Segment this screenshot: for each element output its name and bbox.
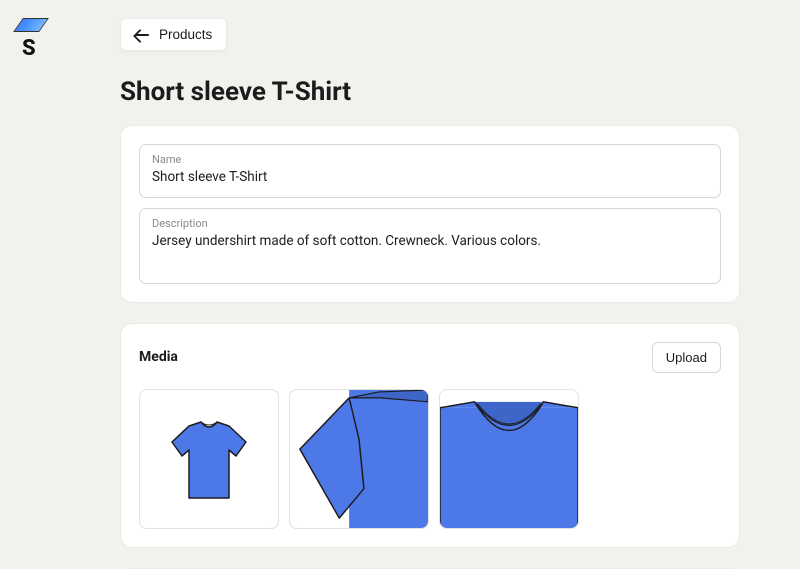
back-to-products-button[interactable]: Products	[120, 18, 227, 51]
media-card: Media Upload	[120, 323, 740, 548]
description-value: Jersey undershirt made of soft cotton. C…	[152, 232, 708, 251]
media-title: Media	[139, 349, 178, 365]
app-logo: S	[12, 18, 48, 58]
name-label: Name	[152, 153, 708, 166]
basic-info-card: Name Short sleeve T-Shirt Description Je…	[120, 125, 740, 303]
upload-button[interactable]: Upload	[652, 342, 721, 373]
back-label: Products	[159, 27, 212, 42]
tshirt-neck-icon	[440, 389, 578, 529]
media-thumbnail[interactable]	[439, 389, 579, 529]
media-thumbnail[interactable]	[289, 389, 429, 529]
description-field[interactable]: Description Jersey undershirt made of so…	[139, 208, 721, 284]
tshirt-full-icon	[154, 404, 264, 514]
name-field[interactable]: Name Short sleeve T-Shirt	[139, 144, 721, 198]
name-value: Short sleeve T-Shirt	[152, 168, 708, 187]
media-thumbnail[interactable]	[139, 389, 279, 529]
description-label: Description	[152, 217, 708, 230]
arrow-left-icon	[135, 29, 151, 41]
page-title: Short sleeve T-Shirt	[120, 77, 740, 107]
tshirt-sleeve-icon	[290, 389, 428, 529]
